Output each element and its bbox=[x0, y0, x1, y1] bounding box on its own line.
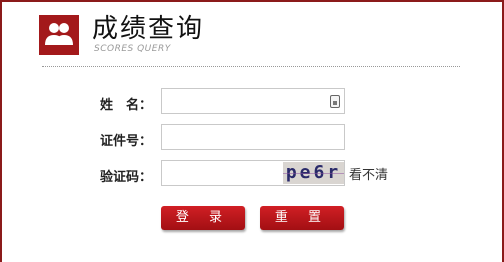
name-label: 姓 名： bbox=[100, 98, 153, 113]
page-subtitle: SCORES QUERY bbox=[94, 44, 171, 54]
name-field[interactable] bbox=[161, 88, 345, 114]
captcha-refresh-link[interactable]: 看不清 bbox=[349, 164, 388, 183]
logo-users-icon bbox=[39, 15, 79, 55]
reset-button[interactable]: 重 置 bbox=[260, 206, 344, 230]
captcha-label: 验证码： bbox=[100, 170, 153, 185]
id-label: 证件号： bbox=[100, 134, 153, 149]
captcha-image[interactable]: pe6r bbox=[283, 162, 344, 184]
keyboard-icon[interactable] bbox=[330, 95, 340, 108]
id-field[interactable] bbox=[161, 124, 345, 150]
page-title: 成绩查询 bbox=[92, 14, 205, 44]
login-button[interactable]: 登 录 bbox=[161, 206, 245, 230]
divider bbox=[42, 66, 460, 67]
